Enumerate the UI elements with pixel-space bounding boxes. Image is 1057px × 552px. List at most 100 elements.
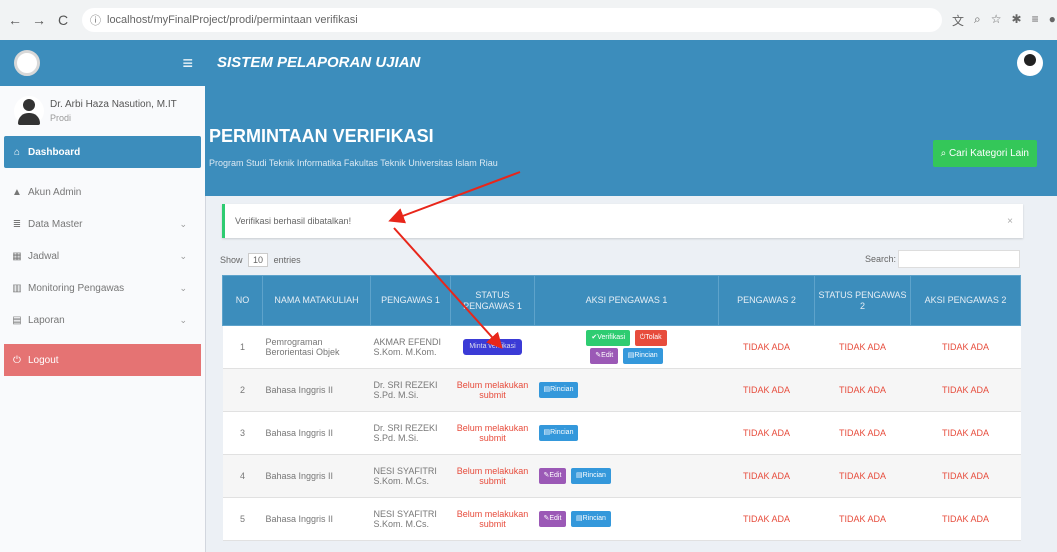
sidebar-item-akun-admin[interactable]: ▲ Akun Admin [0, 176, 205, 208]
avatar [14, 96, 44, 126]
column-header[interactable]: NO [222, 275, 263, 326]
power-icon: ⏻ [13, 354, 21, 366]
verification-table: NO NAMA MATAKULIAH PENGAWAS 1 STATUS PEN… [222, 275, 1021, 541]
extension-icon[interactable]: ✱ [1012, 12, 1022, 29]
sidebar-item-label: Logout [28, 354, 59, 366]
matakuliah-cell: Bahasa Inggris II [262, 411, 371, 455]
aksi2-cell: TIDAK ADA [910, 411, 1021, 455]
translate-icon[interactable]: 文 [952, 12, 964, 29]
rincian-button[interactable]: ▤Rincian [622, 348, 663, 364]
tolak-button[interactable]: ⏻Tolak [634, 330, 667, 346]
chevron-down-icon: ⌄ [179, 282, 187, 293]
matakuliah-cell: Bahasa Inggris II [262, 368, 371, 412]
sidebar-item-label: Laporan [28, 314, 65, 326]
sidebar-item-monitoring[interactable]: ▥ Monitoring Pengawas ⌄ [0, 272, 205, 304]
entries-label: entries [273, 255, 301, 265]
content-header: PERMINTAAN VERIFIKASI Program Studi Tekn… [205, 86, 1057, 196]
pengawas1-cell: NESI SYAFITRI S.Kom. M.Cs. [370, 454, 451, 498]
status2-cell: TIDAK ADA [814, 454, 911, 498]
sidebar-item-dashboard[interactable]: ⌂ Dashboard [4, 136, 201, 168]
rincian-button[interactable]: ▤Rincian [538, 425, 579, 441]
sidebar-item-data-master[interactable]: ≣ Data Master ⌄ [0, 208, 205, 240]
url-text: localhost/myFinalProject/prodi/permintaa… [107, 14, 358, 26]
chevron-down-icon: ⌄ [179, 314, 187, 325]
status1-cell: Belum melakukan submit [450, 368, 535, 412]
reload-icon[interactable]: C [56, 12, 70, 28]
edit-button[interactable]: ✎Edit [538, 468, 567, 484]
pengawas2-cell: TIDAK ADA [718, 411, 815, 455]
aksi1-cell: ▤Rincian [534, 368, 719, 412]
edit-label: Edit [549, 515, 562, 522]
rincian-button[interactable]: ▤Rincian [570, 468, 611, 484]
menu-icon[interactable]: ≡ [1032, 12, 1039, 29]
sidebar-item-jadwal[interactable]: ▦ Jadwal ⌄ [0, 240, 205, 272]
browser-actions: 文 ⌕ ☆ ✱ ≡ ● [952, 12, 1056, 29]
chevron-down-icon: ⌄ [179, 218, 187, 229]
browser-nav: ← → C [8, 12, 70, 28]
search-input[interactable] [898, 250, 1020, 268]
column-header[interactable]: STATUS PENGAWAS 1 [450, 275, 535, 326]
cari-kategori-button[interactable]: ⌕ Cari Kategori Lain [932, 140, 1037, 167]
verifikasi-button[interactable]: ✔Verifikasi [586, 330, 631, 346]
sidebar-item-laporan[interactable]: ▤ Laporan ⌄ [0, 304, 205, 336]
hamburger-icon[interactable]: ≡ [182, 53, 193, 74]
rincian-button[interactable]: ▤Rincian [570, 511, 611, 527]
aksi1-cell: ✎Edit ▤Rincian [534, 497, 719, 541]
edit-label: Edit [601, 352, 614, 359]
edit-button[interactable]: ✎Edit [538, 511, 567, 527]
rincian-button[interactable]: ▤Rincian [538, 382, 579, 398]
row-number: 4 [222, 454, 263, 498]
row-number: 3 [222, 411, 263, 455]
sidebar-item-label: Dashboard [28, 146, 81, 158]
profile-icon[interactable]: ● [1049, 12, 1056, 29]
pengawas2-cell: TIDAK ADA [718, 497, 815, 541]
info-icon[interactable]: ⓘ [90, 12, 101, 28]
pengawas2-cell: TIDAK ADA [718, 454, 815, 498]
table-icon: ▦ [12, 250, 22, 262]
rincian-label: Rincian [582, 515, 606, 522]
logo-icon [14, 50, 40, 76]
pengawas1-cell: AKMAR EFENDI S.Kom. M.Kom. [370, 325, 451, 369]
forward-icon[interactable]: → [32, 12, 46, 28]
column-header[interactable]: NAMA MATAKULIAH [262, 275, 371, 326]
column-header[interactable]: AKSI PENGAWAS 2 [910, 275, 1021, 326]
search-label: Search: [865, 254, 897, 264]
column-header[interactable]: AKSI PENGAWAS 1 [534, 275, 719, 326]
row-number: 2 [222, 368, 263, 412]
top-navbar: SISTEM PELAPORAN UJIAN [205, 40, 1057, 86]
monitor-icon: ▥ [12, 282, 22, 294]
rincian-label: Rincian [550, 429, 574, 436]
edit-label: Edit [549, 472, 562, 479]
table-row: 5 Bahasa Inggris II NESI SYAFITRI S.Kom.… [222, 497, 1021, 541]
aksi1-cell: ✔Verifikasi ⏻Tolak ✎Edit ▤Rincian [534, 325, 719, 369]
column-header[interactable]: STATUS PENGAWAS 2 [814, 275, 911, 326]
rincian-label: Rincian [550, 386, 574, 393]
back-icon[interactable]: ← [8, 12, 22, 28]
status1-cell: Belum melakukan submit [450, 411, 535, 455]
column-header[interactable]: PENGAWAS 1 [370, 275, 451, 326]
chevron-down-icon: ⌄ [179, 250, 187, 261]
close-icon[interactable]: × [1007, 216, 1013, 227]
status1-cell: Minta verifikasi [450, 325, 535, 369]
zoom-icon[interactable]: ⌕ [974, 12, 981, 29]
edit-button[interactable]: ✎Edit [590, 348, 619, 364]
sidebar-item-logout[interactable]: ⏻ Logout [4, 344, 201, 376]
page-title: PERMINTAAN VERIFIKASI [209, 126, 434, 146]
table-row: 4 Bahasa Inggris II NESI SYAFITRI S.Kom.… [222, 454, 1021, 498]
user-avatar-icon[interactable] [1017, 50, 1043, 76]
pengawas2-cell: TIDAK ADA [718, 325, 815, 369]
column-header[interactable]: PENGAWAS 2 [718, 275, 815, 326]
list-icon: ▤ [575, 472, 583, 479]
user-info: Dr. Arbi Haza Nasution, M.IT Prodi [50, 99, 177, 123]
file-icon: ▤ [12, 314, 22, 326]
user-panel: Dr. Arbi Haza Nasution, M.IT Prodi [0, 86, 205, 136]
matakuliah-cell: Pemrograman Berorientasi Objek [262, 325, 371, 369]
user-name: Dr. Arbi Haza Nasution, M.IT [50, 99, 177, 110]
star-icon[interactable]: ☆ [991, 12, 1002, 29]
list-icon: ▤ [575, 515, 583, 522]
entries-select[interactable]: 10 [248, 253, 269, 267]
table-row: 3 Bahasa Inggris II Dr. SRI REZEKI S.Pd.… [222, 411, 1021, 455]
browser-toolbar: ← → C ⓘ localhost/myFinalProject/prodi/p… [0, 0, 1057, 41]
address-bar[interactable]: ⓘ localhost/myFinalProject/prodi/permint… [82, 8, 942, 32]
status2-cell: TIDAK ADA [814, 325, 911, 369]
